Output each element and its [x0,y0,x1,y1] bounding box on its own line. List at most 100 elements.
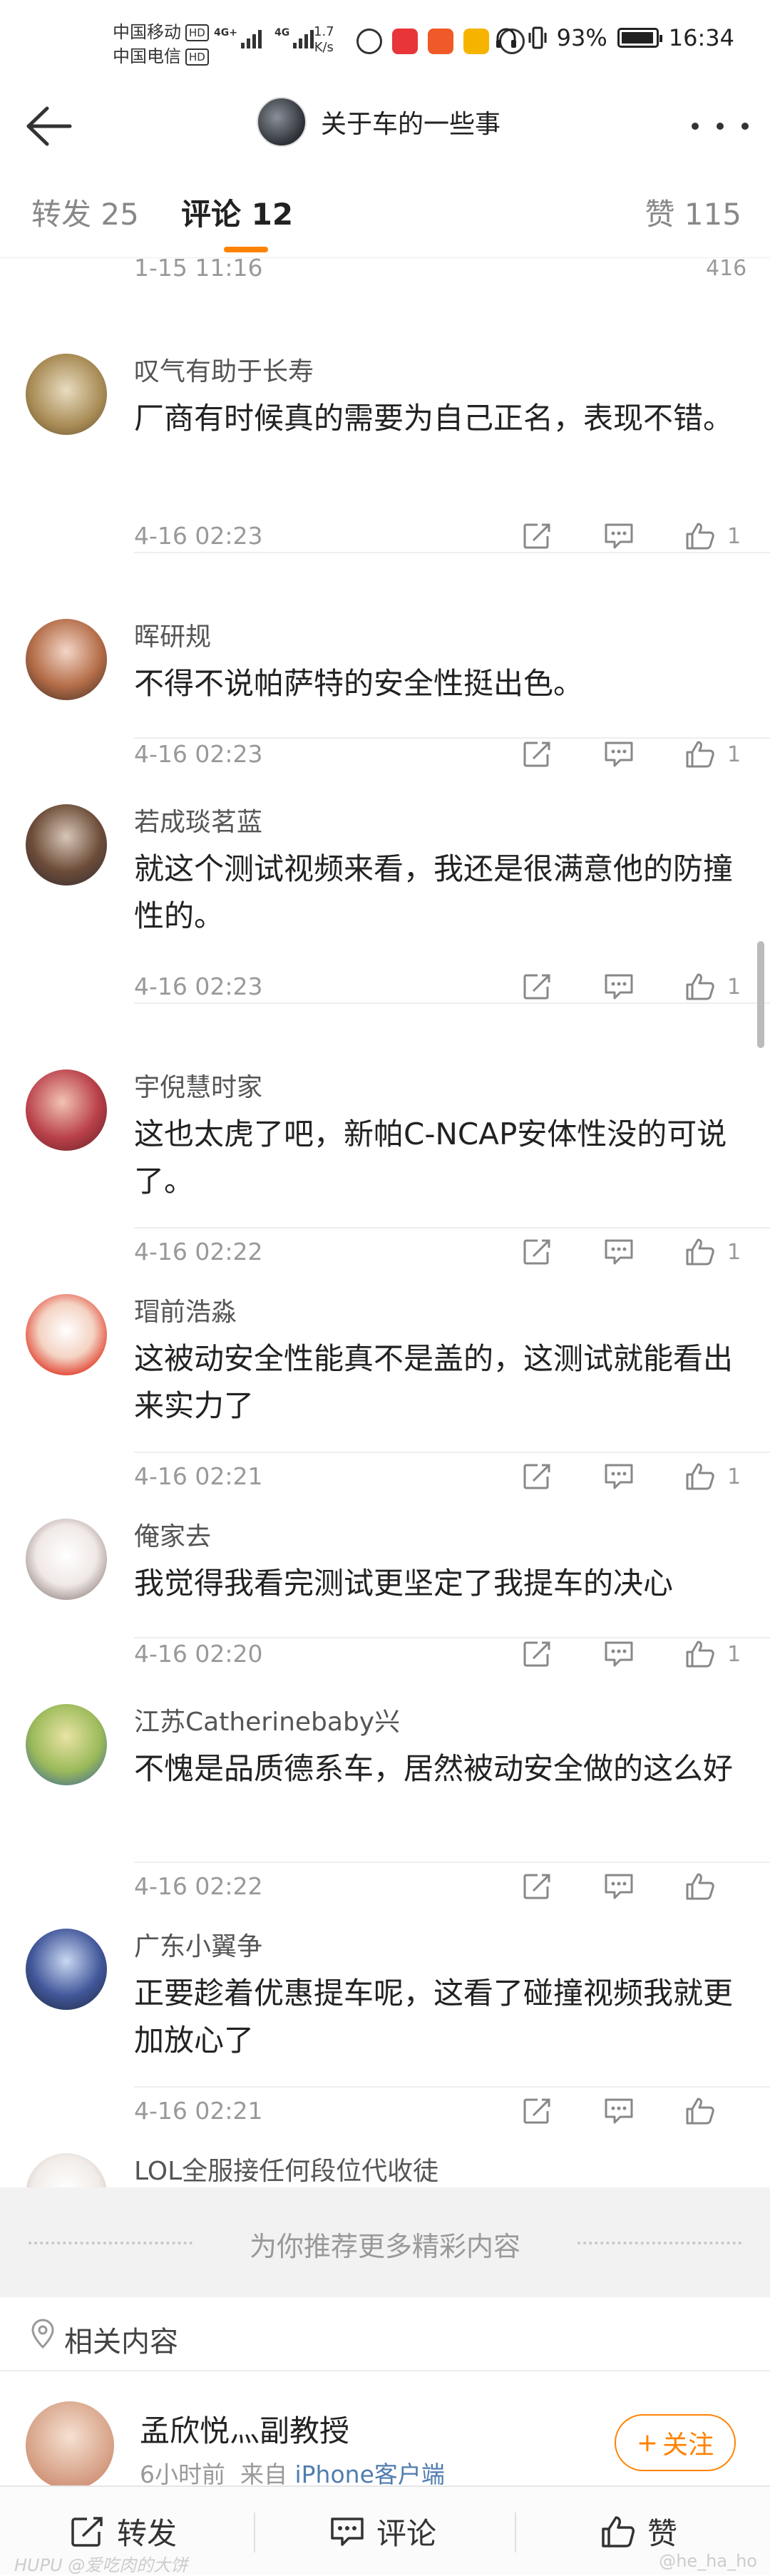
share-icon[interactable] [495,258,538,284]
tab-forward[interactable]: 转发 25 [31,197,139,232]
reply-icon[interactable] [597,520,640,552]
forward-button[interactable]: 转发 [70,2510,177,2553]
follow-button[interactable]: + 关注 [615,2414,736,2471]
tab-likes[interactable]: 赞 115 [645,197,741,232]
like-label: 赞 [647,2516,678,2551]
forward-label: 转发 [117,2516,178,2551]
comment-text: 我觉得我看完测试更坚定了我提车的决心 [134,1566,674,1601]
comment-text: 厂商有时候真的需要为自己正名，表现不错。 [134,401,734,436]
like-count: 1 [727,974,741,1000]
commenter-name[interactable]: 广东小翼争 [134,1931,262,1963]
commenter-name[interactable]: 叹气有助于长寿 [134,356,314,388]
page-title[interactable]: 关于车的一些事 [321,103,500,140]
like-count: 416 [706,258,747,281]
active-tab-indicator [224,247,268,252]
comment-list: 1-15 11:16 416 叹气有助于长寿 厂商有时候真的需要为自己正名，表现… [0,258,770,2302]
like-button[interactable]: 赞 [600,2510,677,2553]
commenter-avatar[interactable] [26,1929,107,2010]
share-icon[interactable] [516,520,559,552]
app-notification-icon [428,29,453,54]
commenter-avatar[interactable] [26,1704,107,1785]
scrollbar[interactable] [757,941,764,1048]
app-notification-icon [463,29,489,54]
speed-unit: K/s [314,40,334,55]
network-type: 4G+ [214,27,237,39]
related-user-name[interactable]: 孟欣悦灬副教授 [140,2407,349,2451]
comment-item: 宇倪慧时家 这也太虎了吧，新帕C-NCAP安体性没的可说了。 4-16 02:2… [0,1004,770,1266]
related-header: 相关内容 [0,2297,770,2371]
like-icon [602,2515,635,2547]
like-count: 1 [727,523,741,549]
client-link[interactable]: iPhone客户端 [294,2460,444,2488]
related-user-card[interactable]: 孟欣悦灬副教授 6小时前 来自 iPhone客户端 + 关注 [0,2371,770,2490]
like-icon[interactable] [657,258,700,284]
network-speed: 1.7 K/s [314,24,334,56]
back-arrow-icon[interactable] [20,101,74,151]
separator [254,2513,255,2552]
comment-button[interactable]: 评论 [329,2510,436,2553]
commenter-name[interactable]: 宇倪慧时家 [134,1072,262,1104]
commenter-name[interactable]: LOL全服接任何段位代收徒 [134,2156,438,2187]
related-post-meta: 6小时前 来自 iPhone客户端 [140,2456,445,2490]
commenter-name[interactable]: 若成琰茗蓝 [134,807,262,838]
commenter-avatar[interactable] [26,1069,107,1151]
dotted-divider [578,2242,741,2244]
source-prefix: 来自 [240,2460,287,2488]
comment-item: 俺家去 我觉得我看完测试更坚定了我提车的决心 4-16 02:20 1 [0,1453,770,1668]
comment-item: 若成琰茗蓝 就这个测试视频来看，我还是很满意他的防撞性的。 4-16 02:23… [0,739,770,1004]
comment-item: 晖研规 不得不说帕萨特的安全性挺出色。 4-16 02:23 1 [0,553,770,768]
forward-icon [71,2516,103,2547]
hd-badge: HD [185,24,209,41]
commenter-name[interactable]: 晖研规 [134,622,211,653]
comment-time: 4-16 02:23 [134,973,263,1000]
network-type: 4G [274,27,290,39]
app-notification-icon [392,29,418,54]
more-options-icon[interactable] [692,116,749,137]
comment-time: 4-16 02:23 [134,522,263,550]
follow-label: 关注 [662,2431,714,2460]
comment-item: 瑁前浩淼 这被动安全性能真不是盖的，这测试就能看出来实力了 4-16 02:21… [0,1228,770,1490]
separator [515,2513,516,2552]
recommend-band[interactable]: 为你推荐更多精彩内容 [0,2187,770,2297]
comment-actions: 1 [516,520,749,552]
tab-comments[interactable]: 评论 12 [181,197,293,232]
nav-bar: 关于车的一些事 [0,87,770,165]
comment-time: 1-15 11:16 [134,258,263,282]
commenter-avatar[interactable] [26,1294,107,1375]
vibrate-icon [528,26,547,49]
comment-text: 不得不说帕萨特的安全性挺出色。 [134,666,584,701]
commenter-avatar[interactable] [26,804,107,886]
watermark-right: @he_ha_ho [659,2551,757,2571]
commenter-name[interactable]: 瑁前浩淼 [134,1297,237,1328]
comment-text: 不愧是品质德系车，居然被动安全做的这么好 [134,1751,734,1786]
headset-icon [496,28,516,48]
speed-value: 1.7 [314,24,334,39]
reply-icon[interactable] [597,971,640,1002]
carrier-2: 中国电信 [113,46,181,66]
clock: 16:34 [668,24,734,51]
author-avatar[interactable] [257,97,307,147]
comment-text: 这也太虎了吧，新帕C-NCAP安体性没的可说了。 [134,1117,727,1199]
commenter-avatar[interactable] [26,1519,107,1600]
nav-center[interactable]: 关于车的一些事 [257,97,500,147]
signal-icons: 4G+ 4G [214,27,314,48]
signal-icon: 4G+ [214,27,262,48]
tab-bar: 转发 25 评论 12 赞 115 [0,165,770,258]
like-icon[interactable] [679,971,722,1002]
battery-icon [617,28,662,48]
status-right: 93% 16:34 [494,24,734,51]
comment-item: 江苏Catherinebaby兴 不愧是品质德系车，居然被动安全做的这么好 4-… [0,1638,770,1900]
commenter-name[interactable]: 江苏Catherinebaby兴 [134,1707,400,1738]
carrier-info: 中国移动 HD 中国电信 HD [113,20,209,68]
commenter-avatar[interactable] [26,619,107,700]
like-icon[interactable] [679,520,722,552]
post-time: 6小时前 [140,2460,225,2488]
commenter-name[interactable]: 俺家去 [134,1522,211,1553]
related-user-avatar[interactable] [26,2401,114,2490]
reply-icon[interactable] [576,258,619,284]
comment-actions: 1 [516,971,749,1002]
signal-icon: 4G [274,27,314,48]
commenter-avatar[interactable] [26,354,107,435]
comment-text: 这被动安全性能真不是盖的，这测试就能看出来实力了 [134,1341,734,1423]
share-icon[interactable] [516,971,559,1002]
